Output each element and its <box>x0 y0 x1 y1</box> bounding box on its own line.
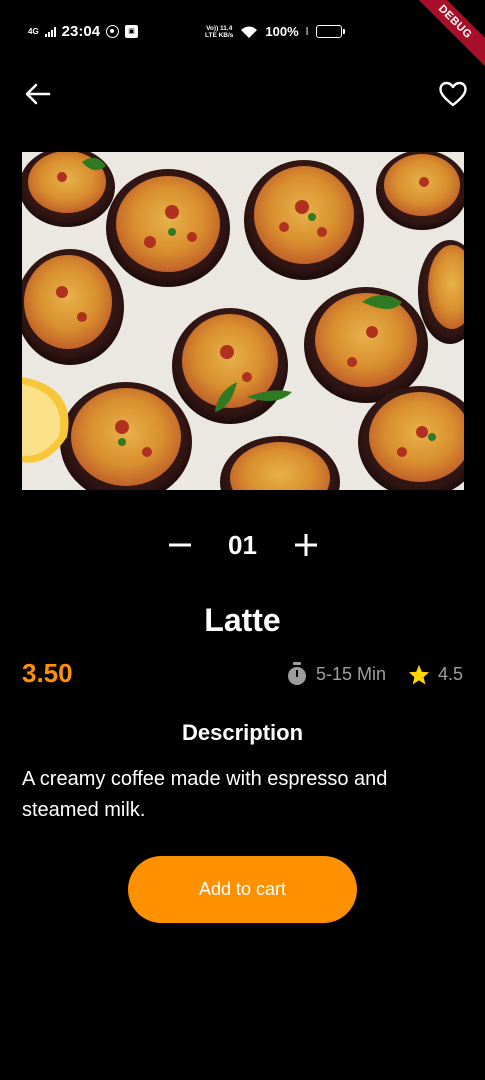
product-meta: 5-15 Min 4.5 <box>286 662 463 686</box>
network-type: 4G <box>28 26 39 36</box>
back-button[interactable] <box>22 78 54 110</box>
product-image <box>22 152 464 490</box>
wifi-icon <box>241 26 258 38</box>
plus-icon <box>294 534 317 556</box>
description-text: A creamy coffee made with espresso and s… <box>22 768 388 821</box>
quantity-stepper: 01 <box>0 525 485 565</box>
prep-time: 5-15 Min <box>315 663 386 684</box>
decrease-button[interactable] <box>167 532 193 558</box>
arrow-left-icon <box>25 83 51 105</box>
minus-icon <box>168 543 191 547</box>
volte-indicator: Vo)) 11.4 LTE KB/s <box>205 25 233 39</box>
whatsapp-icon <box>106 25 120 38</box>
status-left: 4G 23:04 ▣ <box>28 23 139 40</box>
battery-icon <box>315 25 345 38</box>
add-to-cart-button[interactable]: Add to cart <box>128 856 357 923</box>
product-price: 3.50 <box>22 658 73 688</box>
stopwatch-icon <box>287 662 306 685</box>
favorite-button[interactable] <box>436 77 470 111</box>
description-heading: Description <box>181 720 304 745</box>
increase-button[interactable] <box>293 532 319 558</box>
heart-outline-icon <box>439 81 467 107</box>
status-time: 23:04 <box>61 23 101 40</box>
volte-top: Vo)) 11.4 <box>206 24 233 32</box>
stuffed-mushrooms-illustration <box>22 152 464 490</box>
volte-bottom: LTE KB/s <box>205 31 234 39</box>
rating-value: 4.5 <box>437 663 463 684</box>
charging-icon: ǀ <box>305 25 309 38</box>
signal-icon <box>44 26 56 37</box>
battery-percent: 100% <box>265 24 299 39</box>
status-bar: 4G 23:04 ▣ Vo)) 11.4 LTE KB/s 100% ǀ <box>0 0 485 64</box>
status-right: Vo)) 11.4 LTE KB/s 100% ǀ <box>205 24 345 39</box>
star-icon <box>408 664 430 685</box>
quantity-value: 01 <box>228 529 257 560</box>
app-notification-icon: ▣ <box>125 25 139 38</box>
product-title: Latte <box>204 602 281 638</box>
